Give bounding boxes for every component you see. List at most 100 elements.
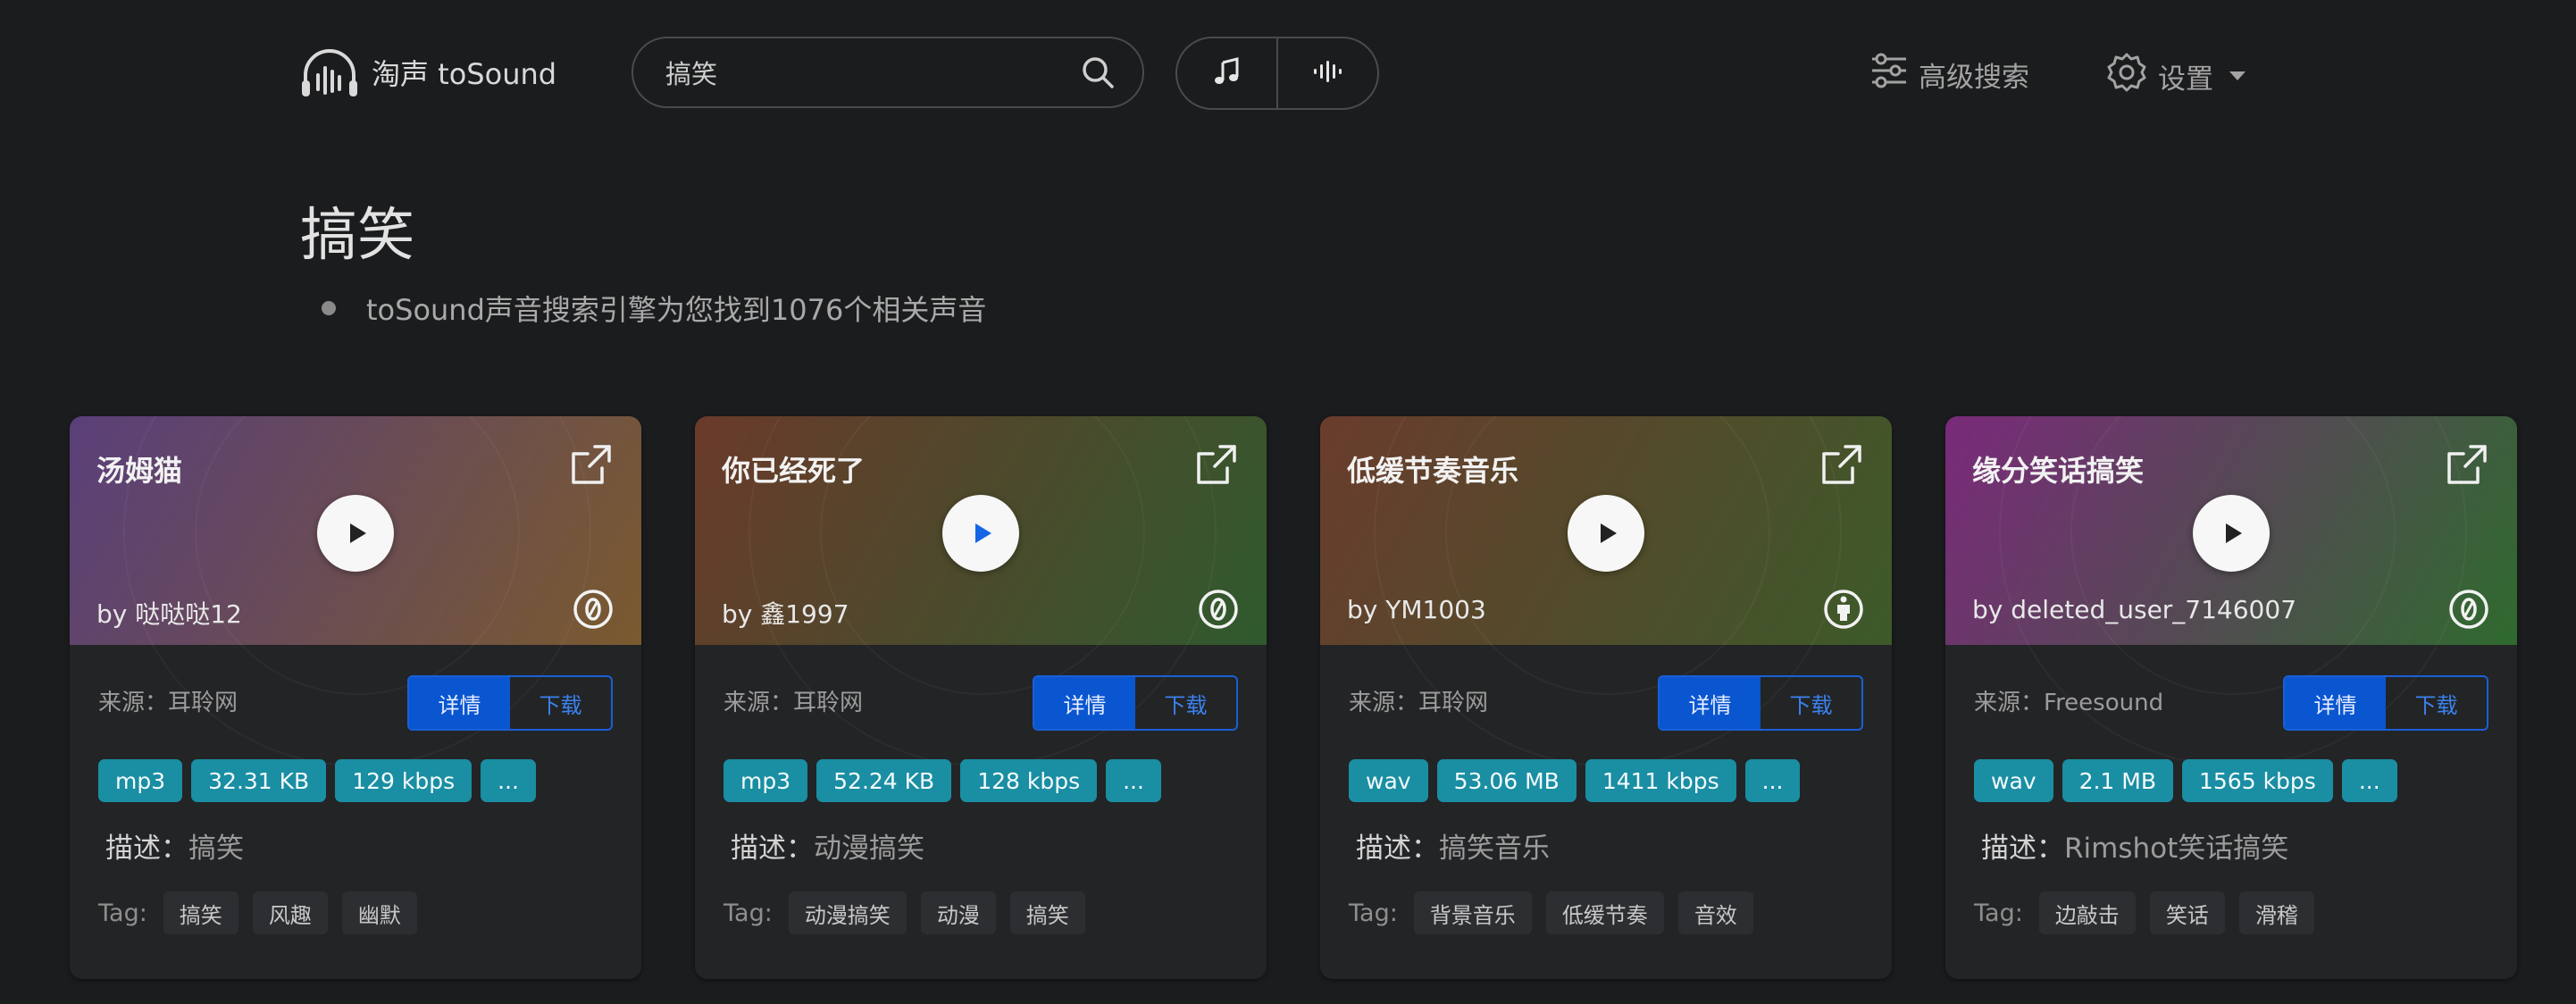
more-info-badge[interactable]: ... — [2341, 759, 2397, 802]
file-info-badges: wav 53.06 MB 1411 kbps... — [1349, 759, 1801, 802]
tag-chip[interactable]: 音效 — [1677, 891, 1753, 934]
search-mode-toggle — [1175, 37, 1379, 110]
play-button[interactable] — [1568, 495, 1644, 572]
advanced-search-link[interactable]: 高级搜索 — [1870, 52, 2029, 96]
play-icon — [2225, 523, 2242, 543]
file-info-badges: mp3 52.24 KB 128 kbps... — [723, 759, 1161, 802]
card-author[interactable]: by 哒哒哒12 — [96, 595, 242, 631]
download-button[interactable]: 下载 — [2386, 677, 2487, 729]
settings-label: 设置 — [2158, 63, 2213, 96]
cc0-icon — [572, 588, 615, 634]
tag-chip[interactable]: 搞笑 — [163, 891, 238, 934]
detail-button[interactable]: 详情 — [2285, 677, 2386, 729]
card-title[interactable]: 汤姆猫 — [96, 448, 182, 489]
card-title[interactable]: 缘分笑话搞笑 — [1972, 448, 2144, 489]
card-title[interactable]: 你已经死了 — [722, 448, 865, 489]
external-link-icon[interactable] — [1193, 443, 1238, 491]
waveform-icon — [1313, 61, 1343, 86]
file-info-badge: 52.24 KB — [816, 759, 952, 802]
sliders-icon — [1870, 52, 1908, 96]
file-info-badge: 32.31 KB — [191, 759, 327, 802]
card-author[interactable]: by YM1003 — [1347, 595, 1486, 624]
card-source: 来源：Freesound — [1974, 690, 2164, 716]
advanced-search-label: 高级搜索 — [1919, 61, 2029, 94]
card-cover: 缘分笑话搞笑 by deleted_user_7146007 — [1945, 416, 2517, 766]
detail-button[interactable]: 详情 — [1034, 677, 1135, 729]
detail-button[interactable]: 详情 — [409, 677, 510, 729]
download-button[interactable]: 下载 — [1761, 677, 1861, 729]
caret-down-icon — [2229, 71, 2246, 80]
logo[interactable]: 淘声 toSound — [300, 46, 556, 98]
sound-mode-button[interactable] — [1276, 38, 1377, 108]
file-info-badge: mp3 — [723, 759, 808, 802]
attribution-icon — [1822, 588, 1865, 634]
headphones-logo-icon — [300, 46, 359, 98]
bullet-icon — [322, 301, 336, 315]
file-info-badge: 128 kbps — [960, 759, 1098, 802]
tag-chip[interactable]: 滑稽 — [2238, 891, 2314, 934]
description-label: 描述： — [105, 832, 188, 865]
detail-button[interactable]: 详情 — [1660, 677, 1761, 729]
tag-chip[interactable]: 风趣 — [252, 891, 328, 934]
file-info-badge: wav — [1974, 759, 2053, 802]
card-tags: Tag: 边敲击 笑话 滑稽 — [1974, 891, 2314, 934]
file-info-badge: 129 kbps — [335, 759, 473, 802]
tag-chip[interactable]: 搞笑 — [1009, 891, 1085, 934]
card-actions: 详情 下载 — [2283, 675, 2488, 731]
search-input[interactable] — [664, 56, 1080, 88]
external-link-icon[interactable] — [2444, 443, 2488, 491]
sound-card: 你已经死了 by 鑫1997 来源：耳聆网 详情 下载 mp3 52.24 KB 1… — [695, 416, 1267, 979]
more-info-badge[interactable]: ... — [481, 759, 536, 802]
external-link-icon[interactable] — [1819, 443, 1863, 491]
tag-chip[interactable]: 动漫搞笑 — [788, 891, 907, 934]
file-info-badge: 53.06 MB — [1436, 759, 1577, 802]
tag-chip[interactable]: 边敲击 — [2038, 891, 2136, 934]
file-info-badges: wav 2.1 MB 1565 kbps... — [1974, 759, 2397, 802]
card-tags: Tag: 搞笑 风趣 幽默 — [98, 891, 417, 934]
tag-chip[interactable]: 笑话 — [2149, 891, 2225, 934]
card-title[interactable]: 低缓节奏音乐 — [1347, 448, 1518, 489]
download-button[interactable]: 下载 — [1135, 677, 1236, 729]
more-info-badge[interactable]: ... — [1106, 759, 1161, 802]
card-tags: Tag: 动漫搞笑 动漫 搞笑 — [723, 891, 1085, 934]
search-icon[interactable] — [1080, 54, 1116, 90]
play-button[interactable] — [2193, 495, 2270, 572]
result-summary: toSound声音搜索引擎为您找到1076个相关声音 — [322, 288, 986, 329]
card-cover: 你已经死了 by 鑫1997 — [695, 416, 1267, 766]
play-button[interactable] — [942, 495, 1019, 572]
settings-menu[interactable]: 设置 — [2106, 52, 2246, 100]
file-info-badge: 1565 kbps — [2182, 759, 2333, 802]
description-value: Rimshot笑话搞笑 — [2064, 832, 2289, 865]
card-source: 来源：耳聆网 — [723, 690, 864, 716]
cc0-icon — [2447, 588, 2490, 634]
play-icon — [349, 523, 366, 543]
tag-chip[interactable]: 背景音乐 — [1413, 891, 1532, 934]
card-actions: 详情 下载 — [407, 675, 613, 731]
file-info-badge: mp3 — [98, 759, 183, 802]
header: 淘声 toSound 搞笑 高级搜索 设置 — [0, 0, 2576, 147]
tag-chip[interactable]: 幽默 — [341, 891, 417, 934]
card-cover: 汤姆猫 by 哒哒哒12 — [70, 416, 641, 766]
description-label: 描述： — [1981, 832, 2064, 865]
tag-chip[interactable]: 低缓节奏 — [1545, 891, 1664, 934]
card-description: 描述：搞笑 — [105, 825, 244, 866]
card-author[interactable]: by 鑫1997 — [722, 595, 849, 631]
card-actions: 详情 下载 — [1033, 675, 1238, 731]
card-description: 描述：搞笑音乐 — [1356, 825, 1550, 866]
card-description: 描述：Rimshot笑话搞笑 — [1981, 825, 2288, 866]
more-info-badge[interactable]: ... — [1744, 759, 1801, 802]
sound-card: 低缓节奏音乐 by YM1003 来源：耳聆网 详情 下载 wav 53.06 M… — [1320, 416, 1892, 979]
card-author[interactable]: by deleted_user_7146007 — [1972, 595, 2296, 624]
download-button[interactable]: 下载 — [510, 677, 611, 729]
card-tags: Tag: 背景音乐 低缓节奏 音效 — [1349, 891, 1753, 934]
play-button[interactable] — [317, 495, 394, 572]
external-link-icon[interactable] — [568, 443, 613, 491]
tag-chip[interactable]: 动漫 — [920, 891, 996, 934]
music-note-icon — [1214, 57, 1241, 89]
card-source: 来源：耳聆网 — [98, 690, 238, 716]
search-box — [631, 37, 1144, 108]
cc0-icon — [1197, 588, 1240, 634]
file-info-badge: 2.1 MB — [2062, 759, 2173, 802]
card-actions: 详情 下载 — [1658, 675, 1863, 731]
music-mode-button[interactable] — [1177, 38, 1276, 108]
